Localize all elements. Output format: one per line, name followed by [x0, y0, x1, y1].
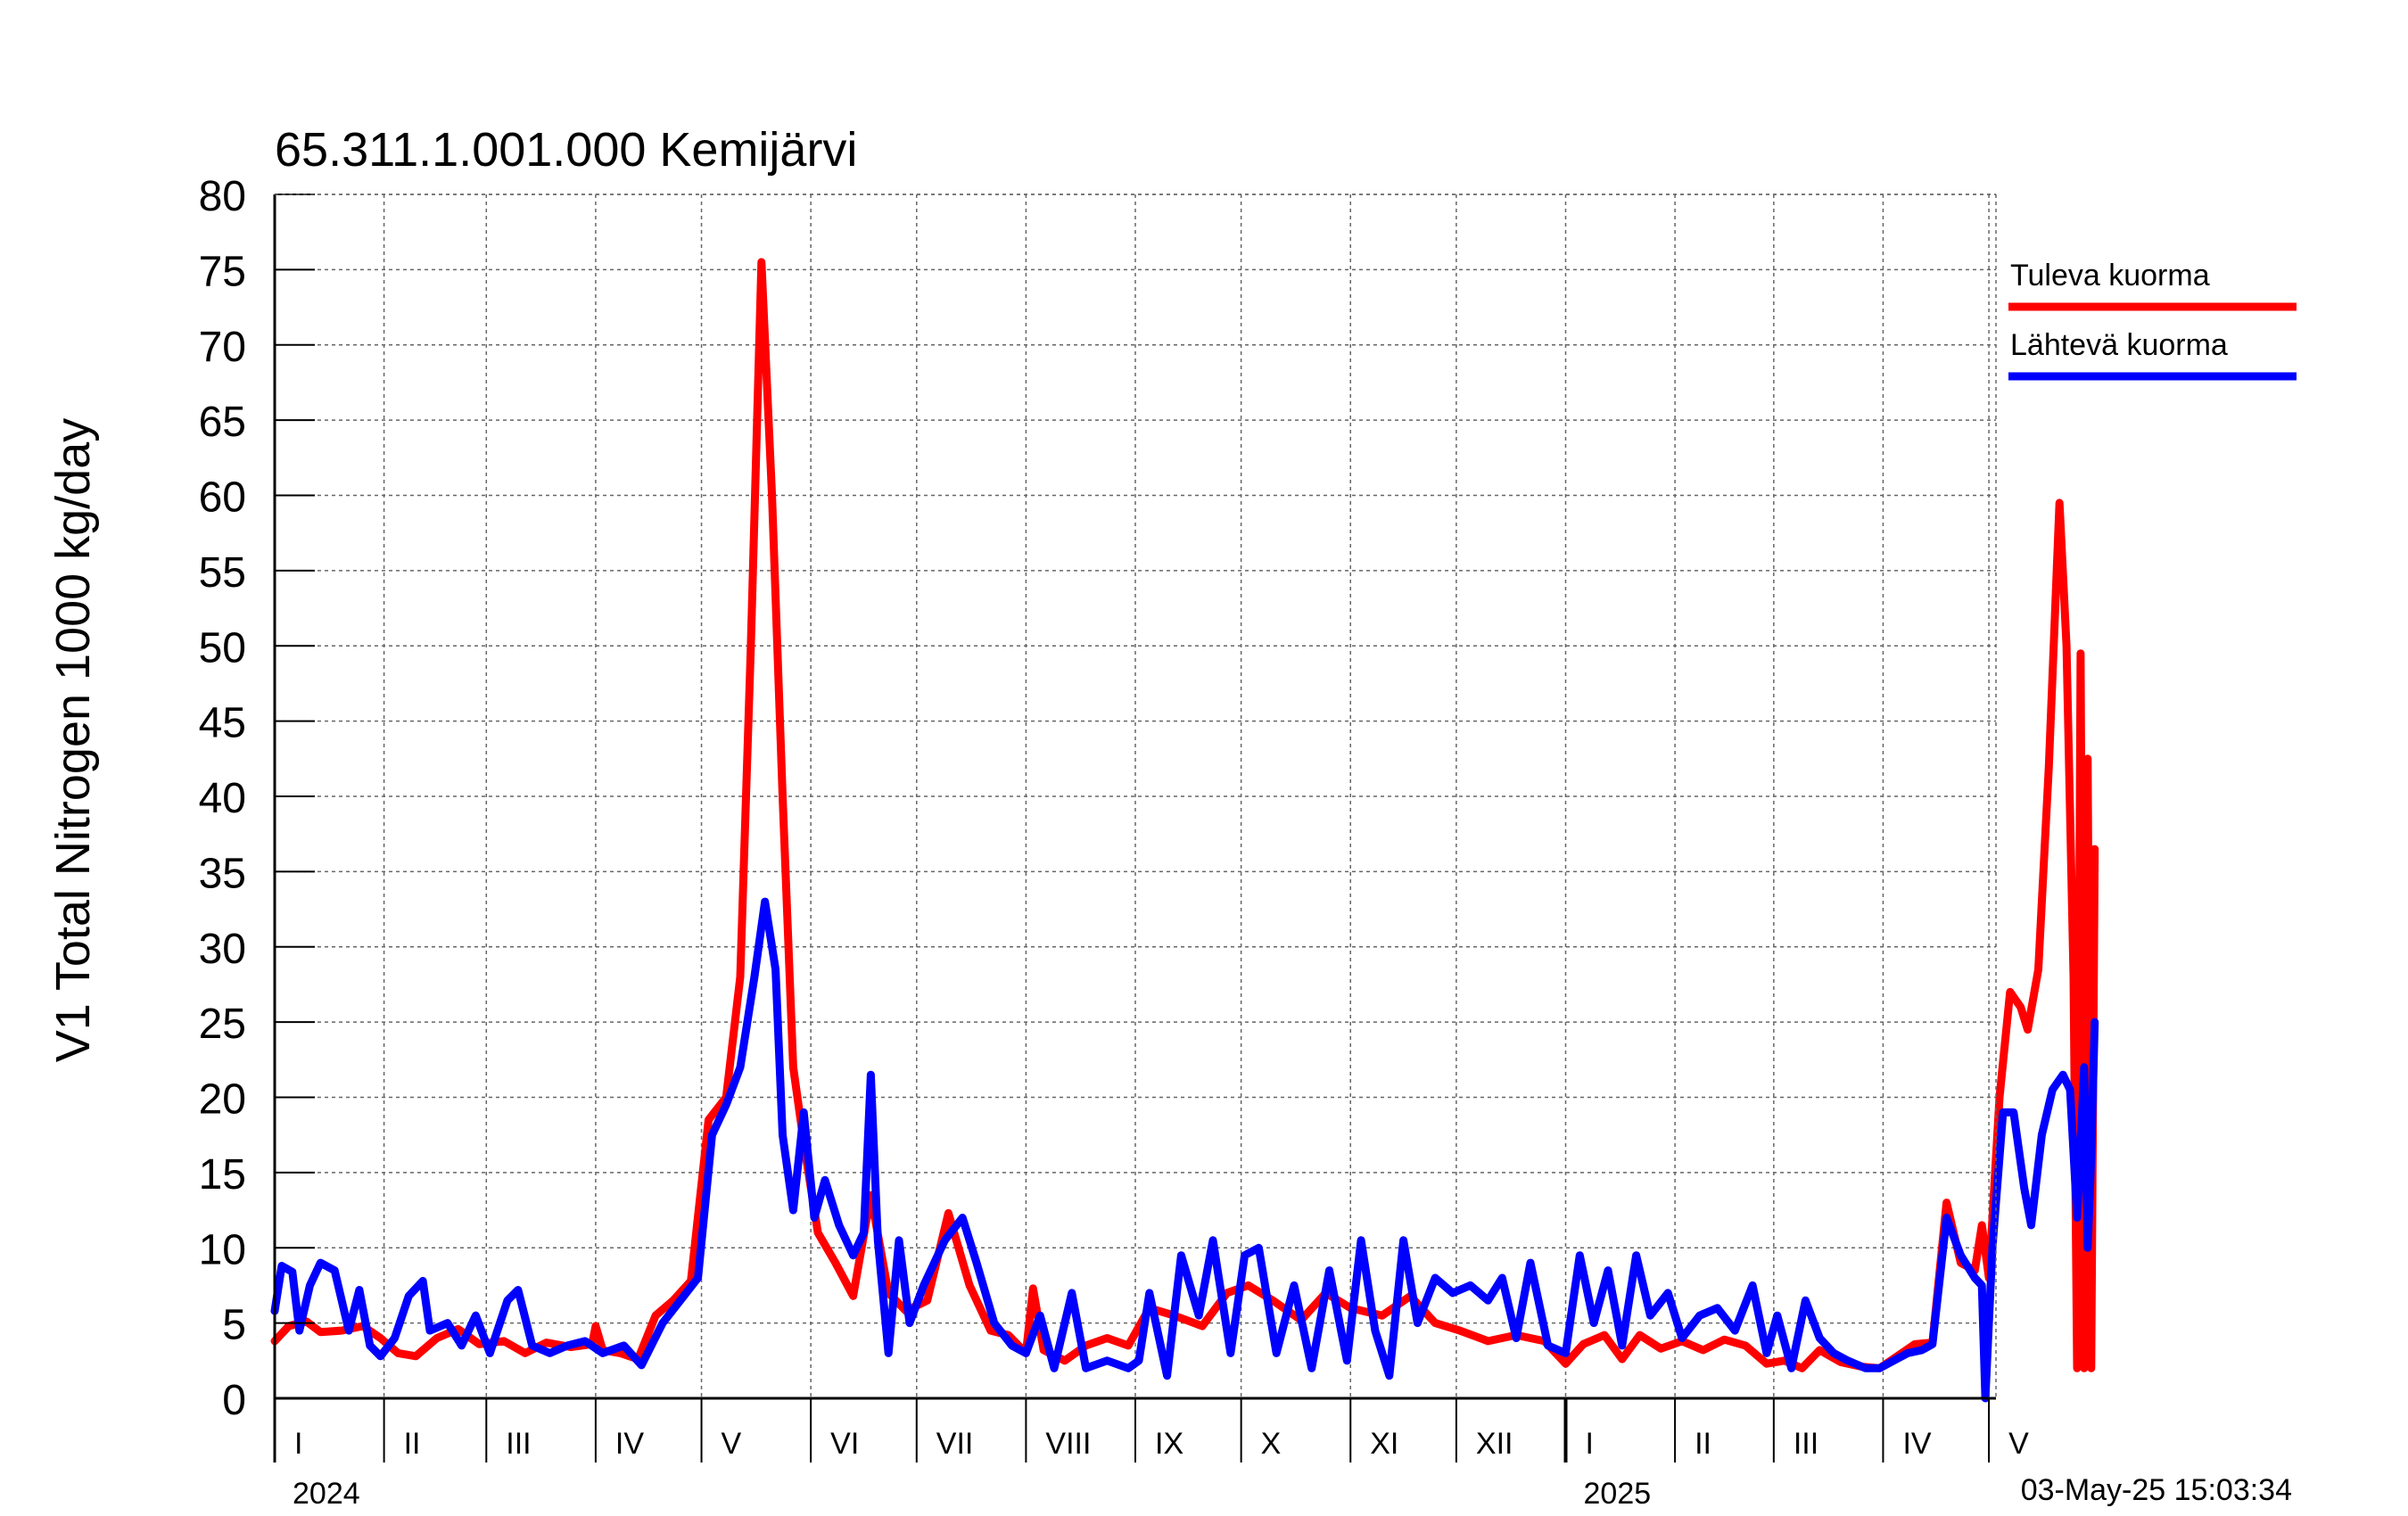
y-tick-label: 15 — [199, 1151, 246, 1199]
y-tick-label: 45 — [199, 700, 246, 747]
legend-label: Tuleva kuorma — [2010, 259, 2210, 292]
month-label: VIII — [1045, 1427, 1091, 1461]
year-label: 2025 — [1584, 1477, 1652, 1511]
legend-label: Lähtevä kuorma — [2010, 328, 2228, 362]
series-line-1 — [270, 258, 2099, 1372]
month-label: II — [404, 1427, 421, 1461]
month-label: XI — [1370, 1427, 1398, 1461]
y-tick-label: 0 — [222, 1377, 246, 1424]
y-tick-label: 50 — [199, 624, 246, 671]
year-label: 2024 — [293, 1477, 360, 1511]
y-tick-label: 40 — [199, 775, 246, 822]
month-label: V — [2008, 1427, 2029, 1461]
month-label: VI — [830, 1427, 859, 1461]
month-label: VII — [936, 1427, 974, 1461]
y-tick-label: 70 — [199, 324, 246, 371]
month-label: II — [1695, 1427, 1711, 1461]
series-lines — [270, 258, 2099, 1403]
y-tick-label: 10 — [199, 1226, 246, 1273]
month-label: XII — [1476, 1427, 1513, 1461]
month-label: V — [722, 1427, 742, 1461]
month-label: IV — [615, 1427, 644, 1461]
month-label: I — [294, 1427, 302, 1461]
y-axis-label: V1 Total Nitrogen 1000 kg/day — [46, 418, 100, 1063]
month-label: IX — [1155, 1427, 1183, 1461]
month-label: X — [1261, 1427, 1282, 1461]
month-label: I — [1586, 1427, 1594, 1461]
y-tick-label: 75 — [199, 248, 246, 295]
month-label: III — [506, 1427, 531, 1461]
y-tick-label: 25 — [199, 1001, 246, 1048]
chart-title: 65.311.1.001.000 Kemijärvi — [275, 123, 857, 177]
series-line-2 — [270, 897, 2099, 1403]
month-label: III — [1794, 1427, 1818, 1461]
y-tick-label: 55 — [199, 549, 246, 597]
month-label: IV — [1902, 1427, 1931, 1461]
y-tick-label: 5 — [222, 1302, 246, 1349]
y-tick-label: 30 — [199, 926, 246, 973]
y-tick-label: 80 — [199, 173, 246, 220]
y-tick-label: 65 — [199, 399, 246, 446]
y-tick-label: 20 — [199, 1076, 246, 1124]
y-tick-label: 35 — [199, 850, 246, 897]
grid — [275, 194, 1996, 1398]
y-tick-label: 60 — [199, 474, 246, 522]
legend: Tuleva kuorma Lähtevä kuorma — [2008, 259, 2297, 381]
line-chart: 65.311.1.001.000 Kemijärvi V1 Total Nitr… — [46, 123, 2297, 1511]
timestamp: 03-May-25 15:03:34 — [2021, 1473, 2292, 1507]
